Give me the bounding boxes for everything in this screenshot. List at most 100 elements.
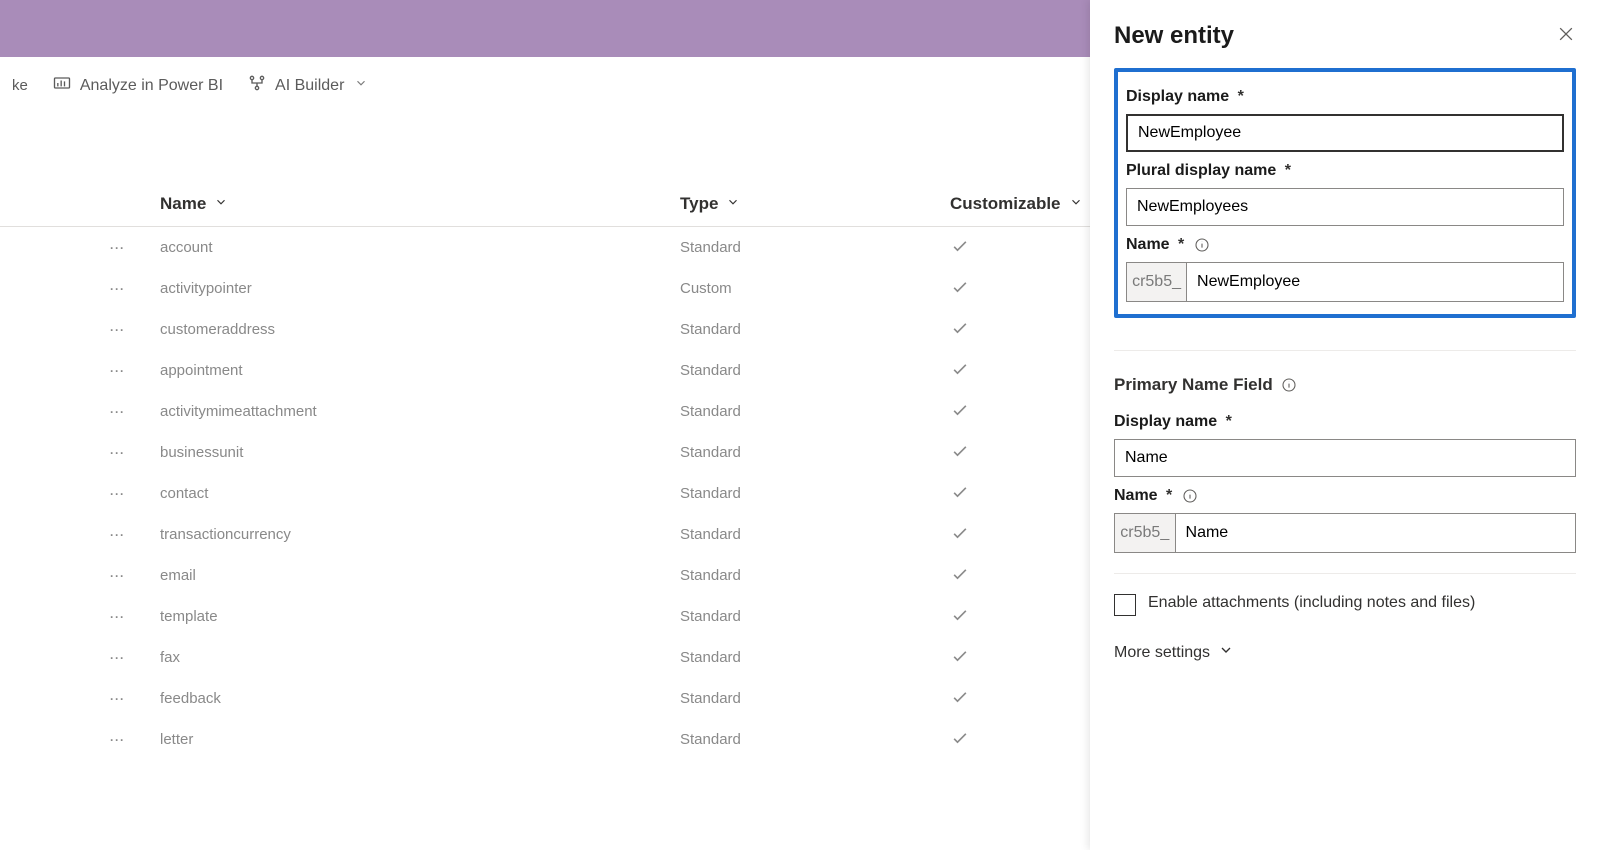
- row-name: fax: [160, 649, 680, 666]
- row-customizable: [950, 277, 1100, 301]
- row-type: Standard: [680, 649, 950, 666]
- row-name: customeraddress: [160, 321, 680, 338]
- col-name-label: Name: [160, 194, 206, 214]
- entity-name-highlight: Display name * Plural display name * Nam…: [1114, 68, 1576, 318]
- row-name: email: [160, 567, 680, 584]
- row-name: feedback: [160, 690, 680, 707]
- row-customizable: [950, 359, 1100, 383]
- name-label: Name *: [1126, 236, 1564, 254]
- check-icon: [950, 448, 970, 465]
- chevron-down-icon: [214, 194, 228, 214]
- ai-builder-icon: [247, 73, 267, 98]
- divider: [1114, 573, 1576, 574]
- primary-name-label: Name *: [1114, 487, 1576, 505]
- more-settings-label: More settings: [1114, 644, 1210, 662]
- row-name: transactioncurrency: [160, 526, 680, 543]
- row-type: Standard: [680, 403, 950, 420]
- row-customizable: [950, 318, 1100, 342]
- row-name: contact: [160, 485, 680, 502]
- col-name[interactable]: Name: [160, 194, 680, 214]
- name-prefix: cr5b5_: [1126, 262, 1186, 302]
- row-more-button[interactable]: ···: [0, 364, 160, 378]
- close-icon: [1556, 31, 1576, 48]
- primary-display-name-input[interactable]: [1114, 439, 1576, 477]
- row-more-button[interactable]: ···: [0, 282, 160, 296]
- row-more-button[interactable]: ···: [0, 610, 160, 624]
- row-customizable: [950, 728, 1100, 752]
- row-more-button[interactable]: ···: [0, 528, 160, 542]
- row-type: Standard: [680, 239, 950, 256]
- plural-display-name-input[interactable]: [1126, 188, 1564, 226]
- row-type: Standard: [680, 608, 950, 625]
- more-settings-toggle[interactable]: More settings: [1114, 642, 1576, 663]
- check-icon: [950, 243, 970, 260]
- partial-command: ke: [12, 77, 28, 94]
- row-type: Standard: [680, 362, 950, 379]
- row-more-button[interactable]: ···: [0, 405, 160, 419]
- primary-display-name-label: Display name *: [1114, 413, 1576, 431]
- row-customizable: [950, 236, 1100, 260]
- row-customizable: [950, 687, 1100, 711]
- check-icon: [950, 489, 970, 506]
- chevron-down-icon: [1069, 194, 1083, 214]
- check-icon: [950, 366, 970, 383]
- check-icon: [950, 694, 970, 711]
- ai-builder-button[interactable]: AI Builder: [247, 73, 368, 98]
- row-type: Standard: [680, 526, 950, 543]
- row-name: activitypointer: [160, 280, 680, 297]
- row-name: letter: [160, 731, 680, 748]
- row-type: Standard: [680, 567, 950, 584]
- check-icon: [950, 284, 970, 301]
- row-more-button[interactable]: ···: [0, 241, 160, 255]
- row-customizable: [950, 482, 1100, 506]
- ai-builder-label: AI Builder: [275, 77, 344, 95]
- info-icon[interactable]: [1194, 237, 1210, 253]
- check-icon: [950, 530, 970, 547]
- row-customizable: [950, 400, 1100, 424]
- chevron-down-icon: [1218, 642, 1234, 663]
- check-icon: [950, 653, 970, 670]
- col-type-label: Type: [680, 194, 718, 214]
- analyze-powerbi-button[interactable]: Analyze in Power BI: [52, 73, 223, 98]
- row-more-button[interactable]: ···: [0, 692, 160, 706]
- name-input[interactable]: [1186, 262, 1564, 302]
- row-more-button[interactable]: ···: [0, 323, 160, 337]
- row-customizable: [950, 605, 1100, 629]
- row-name: appointment: [160, 362, 680, 379]
- row-more-button[interactable]: ···: [0, 446, 160, 460]
- analyze-powerbi-label: Analyze in Power BI: [80, 77, 223, 95]
- row-customizable: [950, 646, 1100, 670]
- info-icon[interactable]: [1182, 488, 1198, 504]
- col-customizable[interactable]: Customizable: [950, 194, 1100, 214]
- row-name: template: [160, 608, 680, 625]
- check-icon: [950, 612, 970, 629]
- row-type: Standard: [680, 485, 950, 502]
- col-type[interactable]: Type: [680, 194, 950, 214]
- row-customizable: [950, 564, 1100, 588]
- row-customizable: [950, 523, 1100, 547]
- display-name-input[interactable]: [1126, 114, 1564, 152]
- row-more-button[interactable]: ···: [0, 651, 160, 665]
- row-name: activitymimeattachment: [160, 403, 680, 420]
- chart-bar-icon: [52, 73, 72, 98]
- primary-name-prefix: cr5b5_: [1114, 513, 1175, 553]
- row-name: account: [160, 239, 680, 256]
- panel-title: New entity: [1114, 22, 1234, 50]
- row-more-button[interactable]: ···: [0, 487, 160, 501]
- row-type: Custom: [680, 280, 950, 297]
- enable-attachments-label: Enable attachments (including notes and …: [1148, 592, 1475, 614]
- col-customizable-label: Customizable: [950, 194, 1061, 214]
- check-icon: [950, 571, 970, 588]
- plural-display-name-label: Plural display name *: [1126, 162, 1564, 180]
- primary-name-input[interactable]: [1175, 513, 1576, 553]
- row-more-button[interactable]: ···: [0, 569, 160, 583]
- check-icon: [950, 407, 970, 424]
- enable-attachments-checkbox[interactable]: [1114, 594, 1136, 616]
- divider: [1114, 350, 1576, 351]
- close-button[interactable]: [1556, 24, 1576, 48]
- primary-name-section-title: Primary Name Field: [1114, 375, 1576, 395]
- row-more-button[interactable]: ···: [0, 733, 160, 747]
- display-name-label: Display name *: [1126, 88, 1564, 106]
- row-type: Standard: [680, 690, 950, 707]
- info-icon[interactable]: [1281, 377, 1297, 393]
